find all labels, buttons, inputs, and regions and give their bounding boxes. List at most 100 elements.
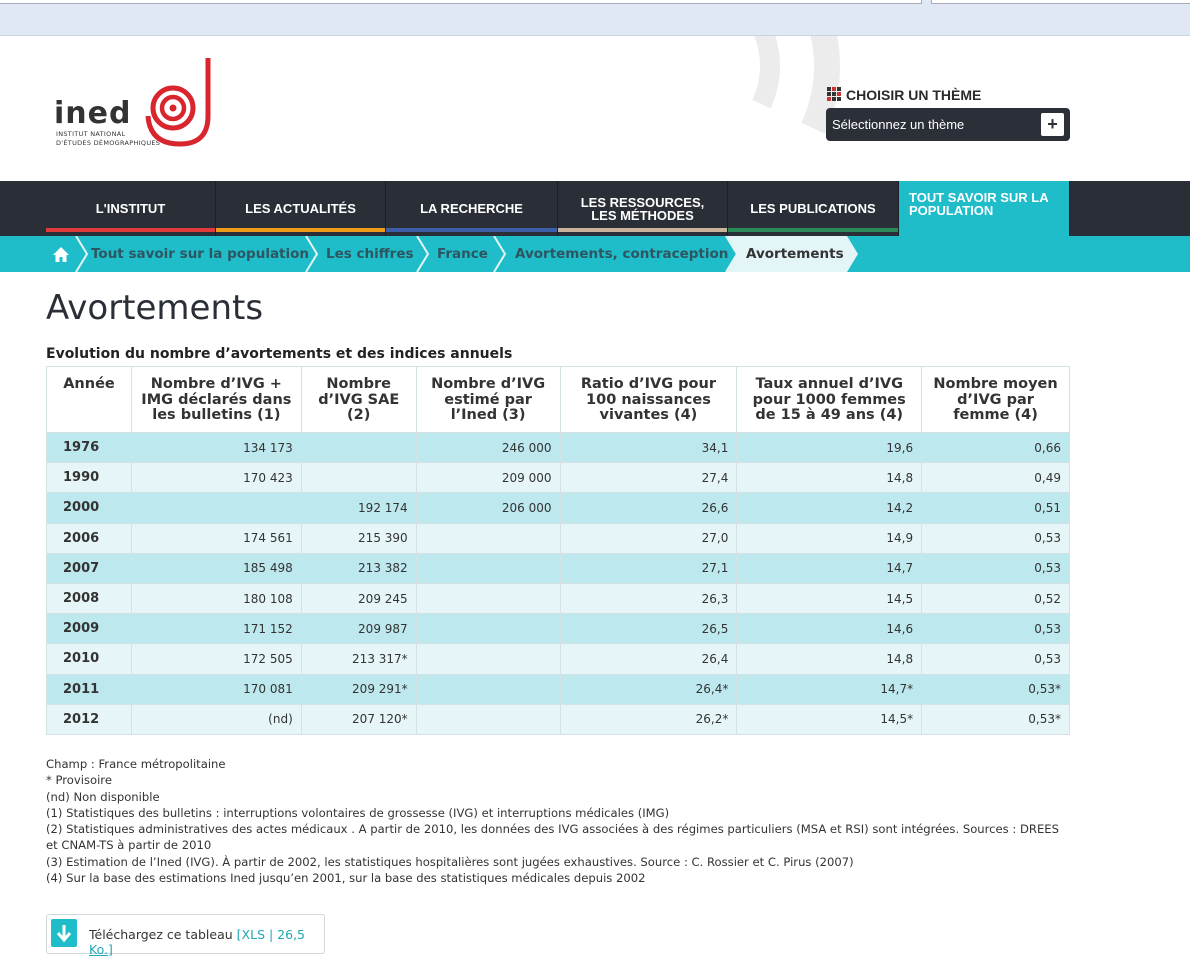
ined-logo[interactable]: ined INSTITUT NATIONAL D'ÉTUDES DÉMOGRAP… xyxy=(54,56,224,151)
address-field[interactable] xyxy=(0,0,922,4)
table-cell: 14,7* xyxy=(736,673,923,705)
table-row: 2008 180 108 209 245 26,3 14,5 0,52 xyxy=(46,582,1070,615)
table-header-row: Année Nombre d’IVG + IMG déclarés dans l… xyxy=(46,366,1070,433)
table-cell: 1976 xyxy=(46,431,132,464)
search-field[interactable] xyxy=(931,0,1190,4)
table-cell: 1990 xyxy=(46,462,132,494)
table-cell: 0,53 xyxy=(921,552,1070,584)
table-cell: 14,9 xyxy=(736,522,923,554)
table-cell: 0,52 xyxy=(921,582,1070,615)
table-cell: 2010 xyxy=(46,643,132,675)
table-row: 2006 174 561 215 390 27,0 14,9 0,53 xyxy=(46,522,1070,554)
note-line: (2) Statistiques administratives des act… xyxy=(46,822,1059,853)
table-cell: 34,1 xyxy=(559,431,738,464)
table-cell: 14,5* xyxy=(736,703,923,735)
table-cell: 0,49 xyxy=(921,462,1070,494)
table-cell xyxy=(415,613,561,645)
table-cell xyxy=(415,643,561,675)
theme-title: CHOISIR UN THÈME xyxy=(827,87,981,103)
table-cell: 174 561 xyxy=(130,522,302,554)
table-cell xyxy=(415,522,561,554)
table-cell: 26,3 xyxy=(559,582,738,615)
table-cell xyxy=(415,703,561,735)
table-cell: 26,6 xyxy=(559,492,738,524)
nav-item-ressources[interactable]: LES RESSOURCES, LES MÉTHODES xyxy=(558,181,728,236)
table-cell: 2012 xyxy=(46,703,132,735)
column-header: Nombre d’IVG SAE (2) xyxy=(300,366,417,433)
abortion-table: Année Nombre d’IVG + IMG déclarés dans l… xyxy=(46,366,1070,735)
table-cell: 180 108 xyxy=(130,582,302,615)
table-cell: (nd) xyxy=(130,703,302,735)
note-line: (nd) Non disponible xyxy=(46,789,160,804)
table-cell: 0,53 xyxy=(921,643,1070,675)
table-cell: 209 245 xyxy=(300,582,417,615)
column-header: Ratio d’IVG pour 100 naissances vivantes… xyxy=(559,366,738,433)
home-icon[interactable] xyxy=(46,236,76,272)
column-header: Année xyxy=(46,366,132,433)
breadcrumb-item-current: Avortements xyxy=(746,246,844,262)
nav-item-actualites[interactable]: LES ACTUALITÉS xyxy=(216,181,386,236)
column-header: Taux annuel d’IVG pour 1000 femmes de 15… xyxy=(736,366,923,433)
note-line: Champ : France métropolitaine xyxy=(46,757,226,771)
table-cell: 192 174 xyxy=(300,492,417,524)
breadcrumb-item-chiffres[interactable]: Les chiffres xyxy=(326,236,414,272)
theme-select[interactable]: Sélectionnez un thème + xyxy=(826,108,1070,141)
logo-word: ined xyxy=(54,96,132,131)
table-cell xyxy=(415,673,561,705)
table-cell: 209 000 xyxy=(415,462,561,494)
table-row: 2011 170 081 209 291* 26,4* 14,7* 0,53* xyxy=(46,673,1070,705)
table-row: 2010 172 505 213 317* 26,4 14,8 0,53 xyxy=(46,643,1070,675)
table-cell: 0,53* xyxy=(921,673,1070,705)
note-line: (4) Sur la base des estimations Ined jus… xyxy=(46,871,646,886)
table-cell: 19,6 xyxy=(736,431,923,464)
theme-select-value: Sélectionnez un thème xyxy=(832,117,965,132)
table-cell: 215 390 xyxy=(300,522,417,554)
breadcrumb-item-population[interactable]: Tout savoir sur la population xyxy=(91,236,309,272)
table-cell: 0,53* xyxy=(921,703,1070,735)
table-cell: 0,66 xyxy=(921,431,1070,464)
table-cell xyxy=(300,431,417,464)
table-notes: Champ : France métropolitaine * Provisoi… xyxy=(46,756,1066,886)
note-line: (3) Estimation de l’Ined (IVG). À partir… xyxy=(46,854,854,869)
browser-bar xyxy=(0,0,1190,36)
table-cell: 209 291* xyxy=(300,673,417,705)
table-row: 2012 (nd) 207 120* 26,2* 14,5* 0,53* xyxy=(46,703,1070,735)
download-icon[interactable] xyxy=(51,919,77,947)
table-cell: 27,4 xyxy=(559,462,738,494)
table-cell: 26,4 xyxy=(559,643,738,675)
table-cell: 14,6 xyxy=(736,613,923,645)
nav-item-publications[interactable]: LES PUBLICATIONS xyxy=(728,181,899,236)
table-cell: 2011 xyxy=(46,673,132,705)
table-cell: 213 382 xyxy=(300,552,417,584)
page-title: Avortements xyxy=(46,288,264,328)
table-cell: 171 152 xyxy=(130,613,302,645)
table-cell: 170 423 xyxy=(130,462,302,494)
download-box: Téléchargez ce tableau [XLS | 26,5 Ko.] xyxy=(46,914,325,957)
table-cell xyxy=(130,492,302,524)
logo-spiral-icon xyxy=(145,58,211,147)
table-cell: 26,4* xyxy=(559,673,738,705)
breadcrumb-item-france[interactable]: France xyxy=(437,236,488,272)
plus-icon[interactable]: + xyxy=(1041,113,1064,136)
download-label: Téléchargez ce tableau xyxy=(89,927,233,942)
table-row: 1976 134 173 246 000 34,1 19,6 0,66 xyxy=(46,431,1070,464)
table-cell: 209 987 xyxy=(300,613,417,645)
breadcrumb-item-contraception[interactable]: Avortements, contraception xyxy=(515,236,728,272)
table-cell: 14,5 xyxy=(736,582,923,615)
table-cell: 2006 xyxy=(46,522,132,554)
table-cell: 26,5 xyxy=(559,613,738,645)
nav-item-institut[interactable]: L'INSTITUT xyxy=(46,181,216,236)
grid-icon xyxy=(827,87,841,101)
table-cell: 2000 xyxy=(46,492,132,524)
note-line: * Provisoire xyxy=(46,773,112,788)
table-cell: 0,53 xyxy=(921,613,1070,645)
table-row: 2007 185 498 213 382 27,1 14,7 0,53 xyxy=(46,552,1070,584)
table-cell xyxy=(415,582,561,615)
table-cell: 2009 xyxy=(46,613,132,645)
nav-item-recherche[interactable]: LA RECHERCHE xyxy=(386,181,558,236)
site-header: ined INSTITUT NATIONAL D'ÉTUDES DÉMOGRAP… xyxy=(0,36,1190,181)
table-cell: 26,2* xyxy=(559,703,738,735)
column-header: Nombre moyen d’IVG par femme (4) xyxy=(921,366,1070,433)
table-cell: 14,8 xyxy=(736,462,923,494)
nav-item-population[interactable]: TOUT SAVOIR SUR LA POPULATION xyxy=(899,181,1070,236)
